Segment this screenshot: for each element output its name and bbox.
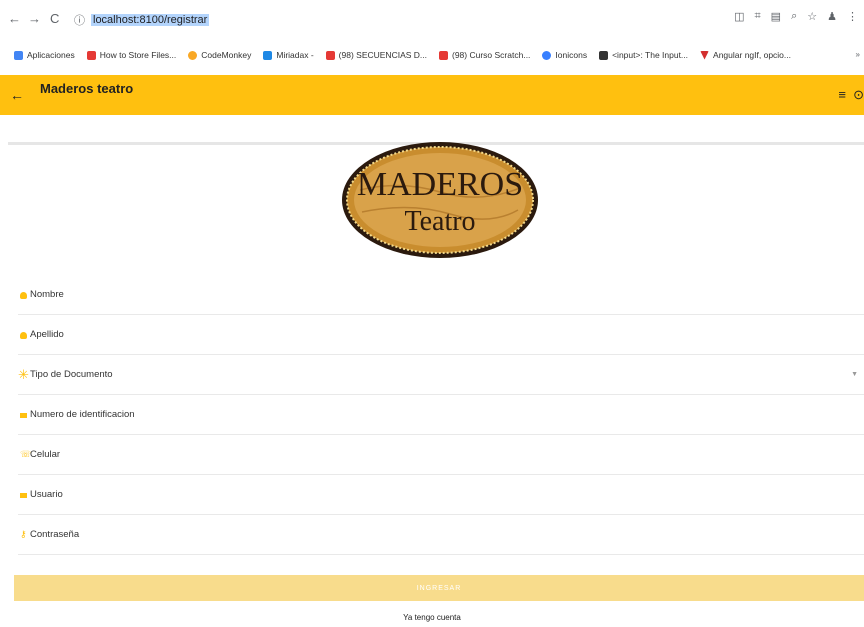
ya-tengo-cuenta-link[interactable]: Ya tengo cuenta <box>0 613 864 622</box>
forward-icon[interactable]: → <box>28 12 41 26</box>
app-header: ← Maderos teatro ≡ ⊙ <box>0 75 864 115</box>
tipo-documento-select[interactable]: ✳ Tipo de Documento ▼ <box>18 355 864 395</box>
celular-field[interactable]: ☏ Celular <box>18 435 864 475</box>
bookmark-item[interactable]: Aplicaciones <box>14 50 75 60</box>
chevron-down-icon[interactable]: ▼ <box>851 371 858 378</box>
asterisk-icon: ✳ <box>18 367 29 382</box>
vue-icon <box>700 50 710 60</box>
contrasena-field[interactable]: ⚷ Contraseña <box>18 515 864 555</box>
youtube-icon <box>325 50 335 60</box>
person-icon <box>20 292 27 299</box>
maderos-teatro-logo: MADEROS Teatro <box>342 142 538 258</box>
url-bar[interactable]: ⓘ localhost:8100/registrar <box>74 10 824 30</box>
field-label: Apellido <box>30 329 64 340</box>
bookmark-item[interactable]: (98) Curso Scratch... <box>439 50 530 60</box>
bookmarks-overflow-icon[interactable]: » <box>856 50 860 59</box>
usuario-field[interactable]: Usuario <box>18 475 864 515</box>
field-label: Nombre <box>30 289 64 300</box>
field-label: Celular <box>30 449 61 460</box>
youtube-icon <box>86 50 96 60</box>
key-icon: ⚷ <box>20 529 27 539</box>
extension-icon[interactable]: ⌗ <box>754 10 760 23</box>
bookmark-item[interactable]: Angular ngIf, opcio... <box>700 50 791 60</box>
info-icon[interactable]: ⓘ <box>74 12 85 28</box>
back-icon[interactable]: ← <box>8 12 21 26</box>
extension-icon[interactable]: ▤ <box>771 10 781 23</box>
apps-icon <box>14 50 23 60</box>
menu-icon[interactable]: ≡ <box>838 87 846 102</box>
logout-icon[interactable]: ⊙ <box>853 87 864 103</box>
bookmarks-bar: Aplicaciones How to Store Files... CodeM… <box>0 40 864 70</box>
svg-text:Teatro: Teatro <box>404 206 475 237</box>
page-title: Maderos teatro <box>40 81 134 96</box>
bookmark-item[interactable]: <input>: The Input... <box>599 50 688 60</box>
card-icon <box>20 413 27 418</box>
numero-identificacion-field[interactable]: Numero de identificacion <box>18 395 864 435</box>
svg-text:MADEROS: MADEROS <box>357 166 523 203</box>
nombre-field[interactable]: Nombre <box>18 275 864 315</box>
field-label: Tipo de Documento <box>30 369 113 380</box>
apellido-field[interactable]: Apellido <box>18 315 864 355</box>
bookmark-item[interactable]: CodeMonkey <box>188 50 251 60</box>
bookmark-item[interactable]: How to Store Files... <box>86 50 176 60</box>
banana-icon <box>188 50 198 60</box>
field-label: Contraseña <box>30 529 80 540</box>
field-label: Numero de identificacion <box>30 409 135 420</box>
bookmark-item[interactable]: Miriadax - <box>263 50 314 60</box>
back-arrow-icon[interactable]: ← <box>10 87 24 103</box>
extension-icons: ◫ ⌗ ▤ ⌕ ☆ ♟ ⋮ <box>734 10 858 23</box>
miriadax-icon <box>263 50 273 60</box>
star-icon[interactable]: ☆ <box>807 10 817 23</box>
reload-icon[interactable]: C <box>50 12 59 26</box>
browser-toolbar: ← → C ⓘ localhost:8100/registrar ◫ ⌗ ▤ ⌕… <box>0 0 864 40</box>
card-icon <box>20 493 27 498</box>
field-label: Usuario <box>30 489 63 500</box>
ionicons-icon <box>542 50 552 60</box>
profile-icon[interactable]: ♟ <box>827 10 837 23</box>
bookmark-item[interactable]: (98) SECUENCIAS D... <box>325 50 427 60</box>
mdn-icon <box>599 50 609 60</box>
youtube-icon <box>439 50 448 60</box>
ingresar-button[interactable]: INGRESAR <box>14 575 864 601</box>
person-icon <box>20 332 27 339</box>
url-text[interactable]: localhost:8100/registrar <box>91 14 210 26</box>
cast-icon[interactable]: ◫ <box>734 10 744 23</box>
bookmark-item[interactable]: Ionicons <box>542 50 587 60</box>
kebab-menu-icon[interactable]: ⋮ <box>847 10 858 23</box>
zoom-icon[interactable]: ⌕ <box>791 10 797 23</box>
